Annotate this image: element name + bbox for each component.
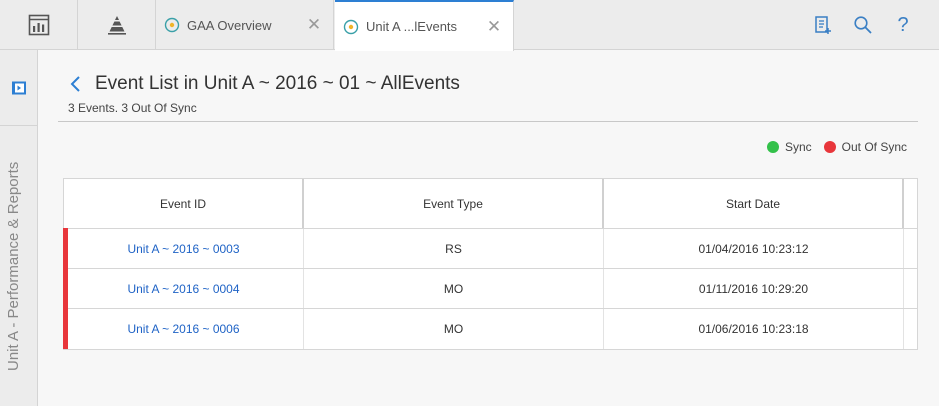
- page-subtitle: 3 Events. 3 Out Of Sync: [68, 101, 197, 115]
- event-type-cell: MO: [304, 309, 604, 349]
- close-icon[interactable]: ✕: [303, 15, 325, 35]
- column-header-event-id[interactable]: Event ID: [64, 179, 304, 228]
- pyramid-button[interactable]: [78, 0, 156, 49]
- page-title: Event List in Unit A ~ 2016 ~ 01 ~ AllEv…: [95, 73, 460, 94]
- filler-cell: [904, 269, 917, 308]
- legend-out-of-sync: Out Of Sync: [823, 140, 907, 154]
- start-date-cell: 01/06/2016 10:23:18: [604, 309, 904, 349]
- expand-sidebar-button[interactable]: [0, 50, 37, 126]
- search-button[interactable]: [850, 12, 876, 38]
- chevron-left-icon: [70, 76, 80, 92]
- event-table: Event ID Event Type Start Date Unit A ~ …: [63, 178, 918, 350]
- filler-cell: [904, 229, 917, 268]
- table-row[interactable]: Unit A ~ 2016 ~ 0006 MO 01/06/2016 10:23…: [63, 308, 917, 349]
- side-panel: Unit A - Performance & Reports: [0, 50, 38, 406]
- column-header-start-date[interactable]: Start Date: [604, 179, 904, 228]
- start-date-cell: 01/04/2016 10:23:12: [604, 229, 904, 268]
- out-of-sync-flag: [63, 308, 68, 349]
- report-add-icon: [815, 16, 831, 34]
- status-legend: Sync Out Of Sync: [755, 140, 907, 154]
- event-id-link[interactable]: Unit A ~ 2016 ~ 0004: [127, 282, 239, 296]
- start-date-cell: 01/11/2016 10:29:20: [604, 269, 904, 308]
- help-button[interactable]: ?: [890, 12, 916, 38]
- tab-label: Unit A ...lEvents: [366, 19, 458, 34]
- legend-sync: Sync: [766, 140, 812, 154]
- radar-icon: [164, 17, 180, 33]
- report-add-button[interactable]: [810, 12, 836, 38]
- event-id-cell: Unit A ~ 2016 ~ 0003: [64, 229, 304, 268]
- back-button[interactable]: [68, 74, 84, 94]
- filler-cell: [904, 309, 917, 349]
- event-id-link[interactable]: Unit A ~ 2016 ~ 0003: [127, 242, 239, 256]
- table-header: Event ID Event Type Start Date: [64, 179, 917, 229]
- tab-gaa-overview[interactable]: GAA Overview ✕: [156, 0, 334, 50]
- close-icon[interactable]: ✕: [483, 17, 505, 37]
- radar-icon: [343, 19, 359, 34]
- event-id-link[interactable]: Unit A ~ 2016 ~ 0006: [127, 322, 239, 336]
- event-type-cell: MO: [304, 269, 604, 308]
- event-id-cell: Unit A ~ 2016 ~ 0004: [64, 269, 304, 308]
- column-header-filler: [904, 179, 917, 228]
- dashboard-button[interactable]: [0, 0, 78, 49]
- legend-label: Sync: [784, 140, 812, 154]
- out-of-sync-flag: [63, 228, 68, 269]
- event-type-cell: RS: [304, 229, 604, 268]
- out-of-sync-flag: [63, 268, 68, 309]
- event-id-cell: Unit A ~ 2016 ~ 0006: [64, 309, 304, 349]
- help-icon: ?: [897, 13, 909, 36]
- out-of-sync-dot-icon: [823, 141, 836, 153]
- table-row[interactable]: Unit A ~ 2016 ~ 0004 MO 01/11/2016 10:29…: [63, 268, 917, 309]
- divider: [58, 121, 918, 122]
- sync-dot-icon: [766, 141, 779, 153]
- legend-label: Out Of Sync: [841, 140, 907, 154]
- search-icon: [854, 16, 872, 34]
- dashboard-icon: [28, 14, 49, 35]
- top-bar: GAA Overview ✕ Unit A ...lEvents ✕ ?: [0, 0, 939, 51]
- tab-label: GAA Overview: [187, 17, 272, 33]
- pyramid-icon: [107, 15, 126, 35]
- column-header-event-type[interactable]: Event Type: [304, 179, 604, 228]
- expand-panel-icon: [11, 81, 26, 94]
- tab-unit-a-allevents[interactable]: Unit A ...lEvents ✕: [335, 0, 514, 51]
- table-row[interactable]: Unit A ~ 2016 ~ 0003 RS 01/04/2016 10:23…: [63, 228, 917, 269]
- main-content: Event List in Unit A ~ 2016 ~ 01 ~ AllEv…: [58, 60, 918, 406]
- sidebar-title: Unit A - Performance & Reports: [5, 161, 22, 371]
